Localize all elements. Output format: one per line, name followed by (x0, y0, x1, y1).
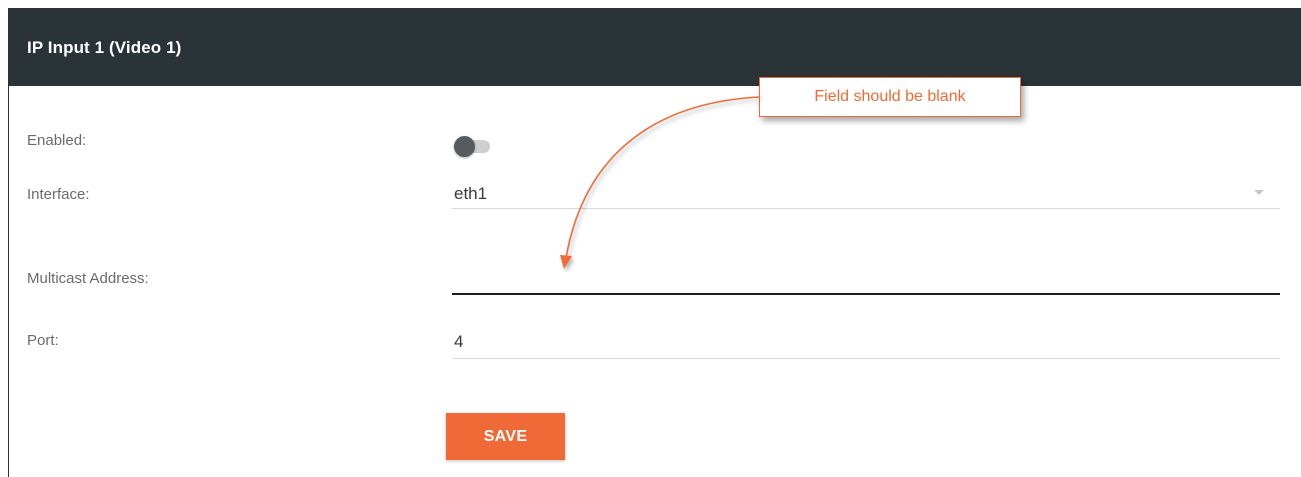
port-input[interactable]: 4 (452, 324, 1280, 359)
save-button[interactable]: SAVE (446, 413, 565, 460)
multicast-address-label: Multicast Address: (27, 270, 149, 287)
enabled-label: Enabled: (27, 132, 87, 149)
multicast-address-underline (452, 293, 1280, 295)
port-underline (452, 358, 1280, 359)
enabled-toggle[interactable] (454, 136, 494, 158)
multicast-address-input[interactable] (452, 258, 1280, 295)
panel-title: IP Input 1 (Video 1) (27, 38, 182, 57)
chevron-down-icon (1254, 190, 1264, 195)
top-border (8, 0, 1301, 8)
port-label: Port: (27, 332, 59, 349)
interface-underline (452, 208, 1280, 209)
port-value: 4 (454, 332, 464, 351)
toggle-knob (454, 136, 475, 157)
interface-label: Interface: (27, 186, 90, 203)
interface-value: eth1 (454, 184, 488, 203)
panel-header: IP Input 1 (Video 1) (9, 8, 1301, 86)
interface-select[interactable]: eth1 (452, 174, 1280, 209)
settings-panel: IP Input 1 (Video 1) Enabled: Interface:… (8, 8, 1301, 477)
annotation-callout: Field should be blank (759, 77, 1021, 117)
